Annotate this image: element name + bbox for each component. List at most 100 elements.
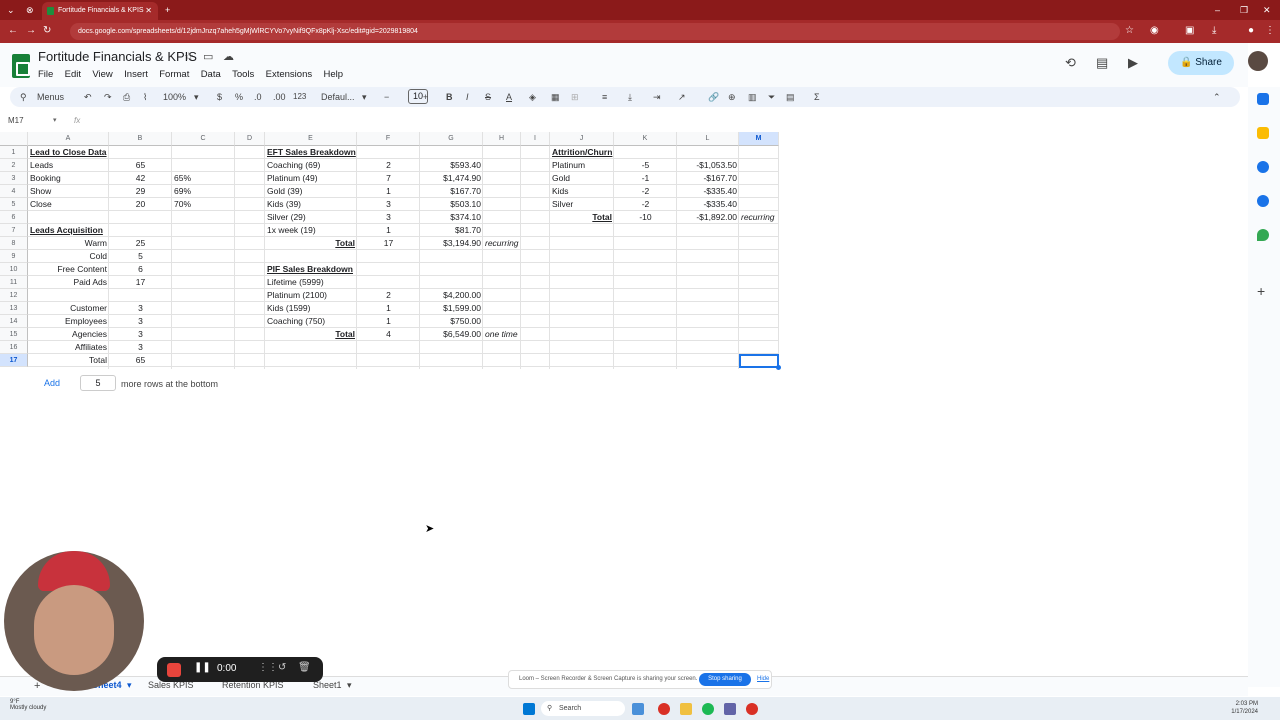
cell-b5[interactable]: 20: [109, 198, 172, 211]
spotify-icon[interactable]: [702, 703, 714, 715]
select-all-corner[interactable]: [0, 132, 28, 146]
cell-e3[interactable]: Platinum (49): [265, 172, 357, 185]
sheet-tab-chevron-icon[interactable]: ▾: [127, 680, 132, 691]
cell-b3[interactable]: 42: [109, 172, 172, 185]
forward-icon[interactable]: →: [26, 25, 36, 37]
menu-format[interactable]: Format: [159, 69, 189, 80]
cell-j3[interactable]: Gold: [550, 172, 614, 185]
pause-icon[interactable]: ❚❚: [194, 662, 211, 673]
row-header-4[interactable]: 4: [0, 185, 28, 198]
cell-e13[interactable]: Kids (1599): [265, 302, 357, 315]
maps-icon[interactable]: [1257, 229, 1269, 241]
cell-k2[interactable]: -5: [614, 159, 677, 172]
cell-e5[interactable]: Kids (39): [265, 198, 357, 211]
cell-a16[interactable]: Affiliates: [28, 341, 109, 354]
cell-f3[interactable]: 7: [357, 172, 420, 185]
column-header-f[interactable]: F: [357, 132, 420, 146]
cell-k3[interactable]: -1: [614, 172, 677, 185]
maximize-icon[interactable]: ❐: [1240, 4, 1248, 16]
cell-j4[interactable]: Kids: [550, 185, 614, 198]
zoom-chevron-icon[interactable]: ▾: [194, 90, 199, 104]
version-history-icon[interactable]: ⟲: [1065, 55, 1076, 71]
cell-l5[interactable]: -$335.40: [677, 198, 739, 211]
row-header-7[interactable]: 7: [0, 224, 28, 237]
cell-e10[interactable]: PIF Sales Breakdown: [265, 263, 357, 276]
column-header-c[interactable]: C: [172, 132, 235, 146]
cell-l2[interactable]: -$1,053.50: [677, 159, 739, 172]
strikethrough-icon[interactable]: S: [485, 90, 491, 104]
cell-f14[interactable]: 1: [357, 315, 420, 328]
cell-g8[interactable]: $3,194.90: [420, 237, 483, 250]
name-box[interactable]: M17: [8, 116, 24, 125]
back-icon[interactable]: ←: [8, 25, 18, 37]
row-header-1[interactable]: 1: [0, 146, 28, 159]
bookmark-star-icon[interactable]: ☆: [1125, 25, 1134, 37]
cell-j6[interactable]: Total: [550, 211, 614, 224]
text-rotation-icon[interactable]: ↗: [678, 90, 686, 104]
cell-e2[interactable]: Coaching (69): [265, 159, 357, 172]
print-icon[interactable]: ⎙: [123, 90, 130, 104]
merge-cells-icon[interactable]: ⊞: [571, 90, 579, 104]
window-close-icon[interactable]: ✕: [1263, 4, 1271, 16]
row-header-3[interactable]: 3: [0, 172, 28, 185]
webcam-overlay[interactable]: [4, 551, 144, 691]
taskbar-search[interactable]: ⚲ Search: [541, 701, 625, 716]
cell-a14[interactable]: Employees: [28, 315, 109, 328]
clock[interactable]: 2:03 PM 1/17/2024: [1200, 700, 1258, 716]
cell-g12[interactable]: $4,200.00: [420, 289, 483, 302]
share-button[interactable]: 🔒 Share: [1168, 51, 1234, 75]
cell-e8[interactable]: Total: [265, 237, 357, 250]
cell-e15[interactable]: Total: [265, 328, 357, 341]
file-explorer-icon[interactable]: [680, 703, 692, 715]
undo-icon[interactable]: ↶: [84, 90, 92, 104]
menu-tools[interactable]: Tools: [232, 69, 254, 80]
cell-k6[interactable]: -10: [614, 211, 677, 224]
cell-b8[interactable]: 25: [109, 237, 172, 250]
borders-icon[interactable]: ▦: [551, 90, 560, 104]
cell-f7[interactable]: 1: [357, 224, 420, 237]
profile-icon[interactable]: ●: [1248, 25, 1254, 37]
teams-icon[interactable]: [724, 703, 736, 715]
cell-b14[interactable]: 3: [109, 315, 172, 328]
tab-search-icon[interactable]: ⌄: [7, 4, 15, 16]
cell-a11[interactable]: Paid Ads: [28, 276, 109, 289]
comments-icon[interactable]: ▤: [1096, 55, 1108, 71]
zoom-select[interactable]: 100%: [163, 90, 186, 104]
menu-file[interactable]: File: [38, 69, 53, 80]
document-title[interactable]: Fortitude Financials & KPIS: [38, 49, 197, 64]
row-header-12[interactable]: 12: [0, 289, 28, 302]
cell-l4[interactable]: -$335.40: [677, 185, 739, 198]
cell-b4[interactable]: 29: [109, 185, 172, 198]
name-box-chevron-icon[interactable]: ▾: [53, 116, 57, 124]
insert-chart-icon[interactable]: ▥: [748, 90, 757, 104]
font-size-increase-icon[interactable]: +: [423, 90, 428, 104]
cell-m6[interactable]: recurring: [739, 211, 779, 224]
cell-h8[interactable]: recurring: [483, 237, 521, 250]
row-header-14[interactable]: 14: [0, 315, 28, 328]
sheet1-chevron-icon[interactable]: ▾: [347, 680, 352, 691]
cell-j5[interactable]: Silver: [550, 198, 614, 211]
cell-e4[interactable]: Gold (39): [265, 185, 357, 198]
hide-banner-link[interactable]: Hide: [757, 671, 769, 688]
cell-b11[interactable]: 17: [109, 276, 172, 289]
search-icon[interactable]: ⚲: [20, 90, 27, 104]
cell-f2[interactable]: 2: [357, 159, 420, 172]
cell-a10[interactable]: Free Content: [28, 263, 109, 276]
row-header-9[interactable]: 9: [0, 250, 28, 263]
stop-sharing-button[interactable]: Stop sharing: [699, 673, 751, 686]
column-header-l[interactable]: L: [677, 132, 739, 146]
decrease-decimal[interactable]: .0: [254, 90, 262, 104]
row-header-15[interactable]: 15: [0, 328, 28, 341]
url-field[interactable]: docs.google.com/spreadsheets/d/12jdmJnzq…: [70, 23, 1120, 40]
menu-edit[interactable]: Edit: [65, 69, 81, 80]
vertical-align-icon[interactable]: ⤓: [628, 90, 632, 104]
cell-b13[interactable]: 3: [109, 302, 172, 315]
restart-icon[interactable]: ↺: [278, 662, 286, 673]
chrome-profile-icon[interactable]: [746, 703, 758, 715]
cell-e14[interactable]: Coaching (750): [265, 315, 357, 328]
column-header-h[interactable]: H: [483, 132, 521, 146]
download-icon[interactable]: ⤓: [1212, 25, 1216, 37]
cell-g5[interactable]: $503.10: [420, 198, 483, 211]
start-icon[interactable]: [523, 703, 535, 715]
cell-f6[interactable]: 3: [357, 211, 420, 224]
